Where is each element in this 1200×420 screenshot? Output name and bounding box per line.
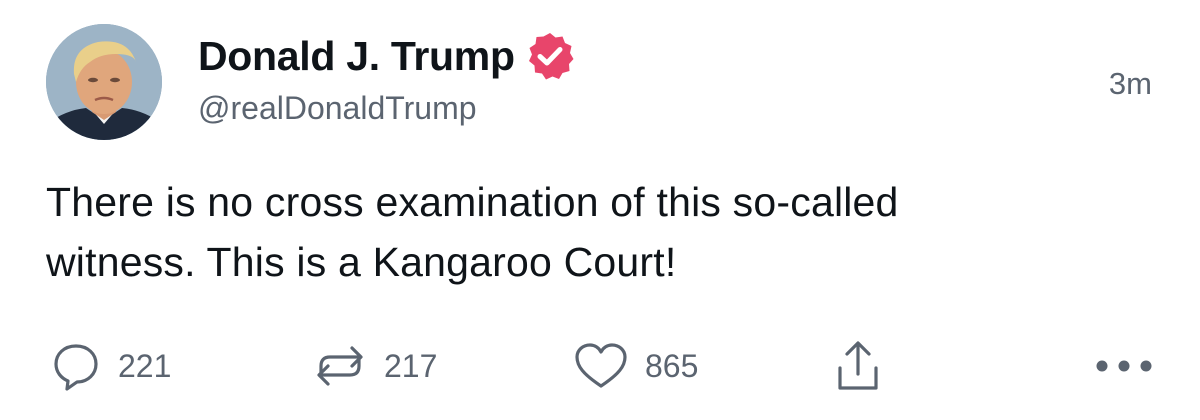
more-options-button[interactable] [1094, 334, 1154, 398]
tweet-text-line: witness. This is a Kangaroo Court! [46, 239, 677, 285]
tweet-text: There is no cross examination of this so… [46, 172, 1146, 292]
reply-button[interactable]: 221 [50, 334, 171, 398]
like-button[interactable]: 865 [573, 334, 698, 398]
retweet-button[interactable]: 217 [312, 334, 437, 398]
author-handle[interactable]: @realDonaldTrump [198, 90, 477, 127]
tweet-text-line: There is no cross examination of this so… [46, 179, 899, 225]
timestamp[interactable]: 3m [1109, 66, 1152, 102]
author-name-row: Donald J. Trump [198, 26, 575, 86]
heart-icon [575, 343, 627, 388]
reply-count: 221 [118, 347, 172, 384]
avatar[interactable] [46, 24, 162, 140]
share-icon [838, 341, 878, 390]
share-button[interactable] [832, 334, 884, 398]
action-bar: 221 217 865 [0, 334, 1200, 398]
reply-icon [54, 344, 98, 391]
tweet-card[interactable]: Donald J. Trump @realDonaldTrump 3m Ther… [0, 0, 1200, 420]
retweet-icon [317, 346, 363, 386]
verified-badge-icon [528, 33, 574, 80]
avatar-image [46, 24, 162, 140]
more-icon [1096, 360, 1152, 372]
retweet-count: 217 [384, 347, 438, 384]
display-name[interactable]: Donald J. Trump [198, 33, 515, 80]
like-count: 865 [645, 347, 699, 384]
